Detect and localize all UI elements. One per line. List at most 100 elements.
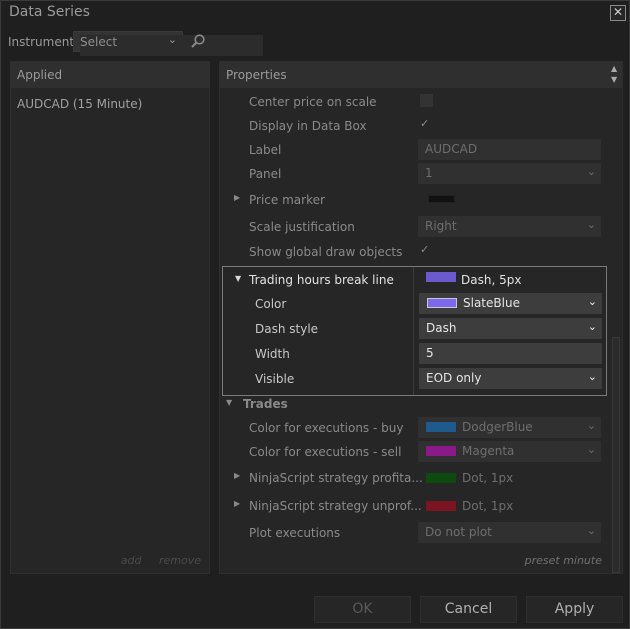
applied-header-label: Applied <box>17 68 63 82</box>
exec-sell-color-dropdown[interactable]: Magenta ⌄ <box>418 441 601 462</box>
prop-label: Width <box>255 347 290 361</box>
th-color-value: SlateBlue <box>463 296 520 310</box>
properties-scroll-buttons[interactable]: ▲ ▼ <box>609 62 621 88</box>
instrument-select[interactable]: Select ⌄ <box>73 31 263 56</box>
show-global-draw-checkbox[interactable]: ✓ <box>420 244 433 257</box>
prop-plot-executions[interactable]: Plot executions Do not plot ⌄ <box>220 520 610 545</box>
th-visible-dropdown[interactable]: EOD only ⌄ <box>419 368 602 389</box>
center-price-checkbox[interactable] <box>420 94 433 107</box>
properties-header-label: Properties <box>226 68 287 82</box>
chevron-down-icon: ⌄ <box>587 370 597 383</box>
chevron-down-icon: ⌄ <box>586 443 596 456</box>
trading-hours-label: Trading hours break line <box>249 273 394 287</box>
exec-buy-value: DodgerBlue <box>462 420 533 434</box>
apply-button[interactable]: Apply <box>526 596 623 623</box>
ns-profitable-value: Dot, 1px <box>462 471 514 485</box>
plot-executions-dropdown[interactable]: Do not plot ⌄ <box>418 522 601 543</box>
th-width-input[interactable]: 5 <box>419 343 602 364</box>
prop-trading-hours[interactable]: ▼ Trading hours break line Dash, 5px <box>223 267 613 292</box>
prop-exec-sell[interactable]: Color for executions - sell Magenta ⌄ <box>220 439 610 464</box>
price-marker-swatch[interactable] <box>428 195 455 203</box>
data-series-window: Data Series ✕ Instrument Select ⌄ Applie… <box>0 0 630 629</box>
collapse-arrow-icon[interactable]: ▼ <box>235 274 241 283</box>
cancel-button[interactable]: Cancel <box>420 596 517 623</box>
applied-panel: Applied AUDCAD (15 Minute) add remove <box>10 61 210 574</box>
prop-label: Visible <box>255 372 295 386</box>
prop-ns-profitable[interactable]: ▶ NinjaScript strategy profita... Dot, 1… <box>220 465 610 490</box>
chevron-down-icon: ⌄ <box>586 165 596 178</box>
exec-buy-color-dropdown[interactable]: DodgerBlue ⌄ <box>418 417 601 438</box>
prop-label: NinjaScript strategy profita... <box>249 471 423 485</box>
trading-hours-group: ▼ Trading hours break line Dash, 5px Col… <box>222 266 607 396</box>
applied-list-item[interactable]: AUDCAD (15 Minute) <box>17 97 142 111</box>
prop-th-color[interactable]: Color SlateBlue ⌄ <box>223 291 613 316</box>
search-icon[interactable] <box>190 33 206 49</box>
color-swatch <box>426 473 456 483</box>
th-dash-value: Dash <box>426 321 457 335</box>
th-color-dropdown[interactable]: SlateBlue ⌄ <box>419 293 602 314</box>
prop-label: Color for executions - sell <box>249 445 402 459</box>
chevron-down-icon: ⌄ <box>587 320 597 333</box>
prop-label: Display in Data Box <box>249 119 367 133</box>
scale-justification-value: Right <box>425 219 457 233</box>
color-swatch <box>426 446 456 456</box>
applied-actions: add remove <box>107 554 201 567</box>
prop-scale-justification[interactable]: Scale justification Right ⌄ <box>220 214 610 239</box>
prop-th-visible[interactable]: Visible EOD only ⌄ <box>223 366 613 391</box>
properties-header: Properties ▲ ▼ <box>220 62 622 88</box>
prop-price-marker[interactable]: ▶ Price marker <box>220 187 610 212</box>
applied-header: Applied <box>11 62 209 88</box>
close-icon: ✕ <box>612 5 624 19</box>
panel-dropdown[interactable]: 1 ⌄ <box>418 163 601 184</box>
prop-label: Panel <box>249 167 282 181</box>
chevron-down-icon: ⌄ <box>586 419 596 432</box>
label-input[interactable]: AUDCAD <box>418 139 601 160</box>
ok-button[interactable]: OK <box>314 596 411 623</box>
prop-th-dash[interactable]: Dash style Dash ⌄ <box>223 316 613 341</box>
color-swatch <box>426 272 456 282</box>
th-dash-dropdown[interactable]: Dash ⌄ <box>419 318 602 339</box>
prop-th-width[interactable]: Width 5 <box>223 341 613 366</box>
scroll-down-icon[interactable]: ▼ <box>611 75 617 84</box>
plot-executions-value: Do not plot <box>425 525 492 539</box>
prop-display-data-box[interactable]: Display in Data Box ✓ <box>220 113 610 138</box>
prop-label: Color for executions - buy <box>249 421 404 435</box>
prop-label: Price marker <box>249 193 325 207</box>
chevron-down-icon: ⌄ <box>586 218 596 231</box>
prop-label: Scale justification <box>249 220 355 234</box>
add-link[interactable]: add <box>121 554 142 567</box>
collapse-arrow-icon[interactable]: ▼ <box>226 398 232 407</box>
prop-center-price[interactable]: Center price on scale <box>220 89 610 114</box>
trading-hours-summary: Dash, 5px <box>461 273 522 287</box>
prop-show-global-draw[interactable]: Show global draw objects ✓ <box>220 239 610 264</box>
color-swatch <box>427 298 457 308</box>
prop-label: Plot executions <box>249 526 341 540</box>
prop-label: Color <box>255 297 287 311</box>
ns-unprofitable-value: Dot, 1px <box>462 499 514 513</box>
label-input-value: AUDCAD <box>425 142 478 156</box>
prop-panel[interactable]: Panel 1 ⌄ <box>220 161 610 186</box>
color-swatch <box>426 501 456 511</box>
th-width-value: 5 <box>426 346 434 360</box>
chevron-down-icon: ⌄ <box>586 524 596 537</box>
expand-arrow-icon[interactable]: ▶ <box>234 499 240 508</box>
expand-arrow-icon[interactable]: ▶ <box>234 193 240 202</box>
prop-label-field[interactable]: Label AUDCAD <box>220 137 610 162</box>
prop-label: NinjaScript strategy unprof... <box>249 499 422 513</box>
expand-arrow-icon[interactable]: ▶ <box>234 471 240 480</box>
remove-link[interactable]: remove <box>159 554 201 567</box>
properties-scrollbar[interactable] <box>612 337 620 573</box>
scroll-up-icon[interactable]: ▲ <box>611 64 617 73</box>
prop-exec-buy[interactable]: Color for executions - buy DodgerBlue ⌄ <box>220 415 610 440</box>
title-bar: Data Series ✕ <box>1 1 630 25</box>
chevron-down-icon: ⌄ <box>167 33 177 46</box>
prop-ns-unprofitable[interactable]: ▶ NinjaScript strategy unprof... Dot, 1p… <box>220 493 610 518</box>
trades-category-label: Trades <box>243 397 288 411</box>
prop-label: Center price on scale <box>249 95 377 109</box>
close-button[interactable]: ✕ <box>610 5 626 21</box>
exec-sell-value: Magenta <box>462 444 515 458</box>
preset-link[interactable]: preset minute <box>525 554 602 567</box>
scale-justification-dropdown[interactable]: Right ⌄ <box>418 216 601 237</box>
display-data-box-checkbox[interactable]: ✓ <box>420 118 433 131</box>
panel-dropdown-value: 1 <box>425 166 433 180</box>
